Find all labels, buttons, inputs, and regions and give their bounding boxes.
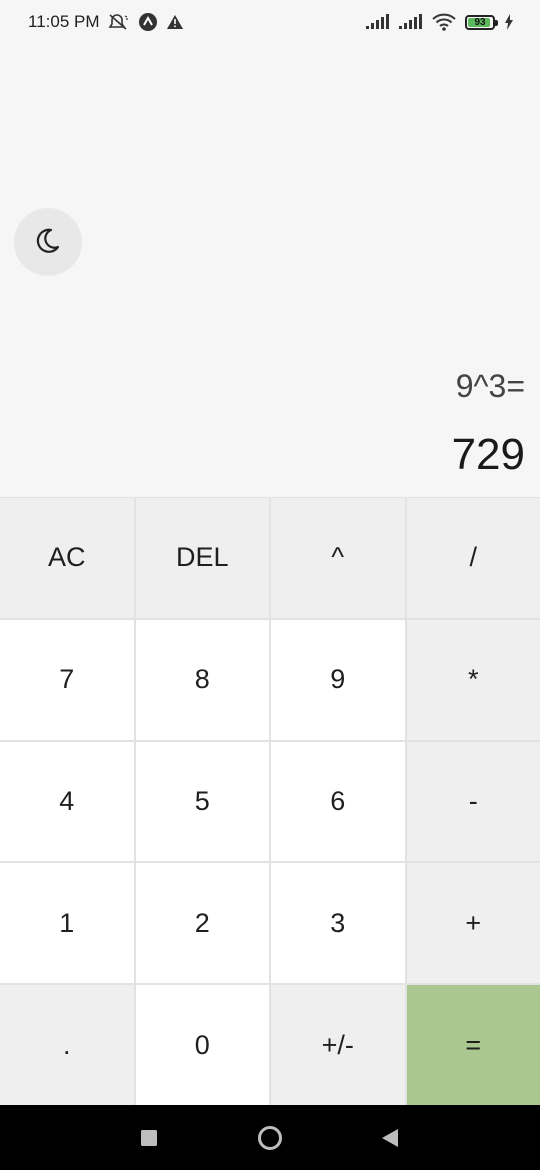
add-button[interactable]: + (406, 863, 540, 984)
warning-icon (166, 14, 184, 30)
theme-toggle-button[interactable] (14, 208, 82, 276)
mute-icon (108, 13, 130, 31)
digit-7-button[interactable]: 7 (0, 619, 134, 740)
digit-8-button[interactable]: 8 (135, 619, 269, 740)
recent-apps-icon[interactable] (140, 1129, 158, 1147)
keypad: AC DEL ^ / 7 8 9 * 4 5 6 - 1 2 3 + . 0 +… (0, 497, 540, 1105)
negate-button[interactable]: +/- (271, 985, 405, 1105)
multiply-button[interactable]: * (406, 619, 540, 740)
battery-level: 93 (474, 16, 486, 28)
home-icon[interactable] (257, 1125, 283, 1151)
digit-9-button[interactable]: 9 (271, 619, 405, 740)
signal-icon (366, 14, 390, 30)
digit-2-button[interactable]: 2 (135, 863, 269, 984)
status-right: 93 (366, 13, 514, 31)
signal-icon (399, 14, 423, 30)
digit-0-button[interactable]: 0 (135, 985, 269, 1105)
divide-button[interactable]: / (406, 498, 540, 618)
expression-display: 9^3= (455, 368, 525, 404)
result-display: 729 (451, 430, 525, 479)
digit-1-button[interactable]: 1 (0, 863, 134, 984)
wifi-icon (432, 13, 456, 31)
power-button[interactable]: ^ (271, 498, 405, 618)
digit-3-button[interactable]: 3 (271, 863, 405, 984)
charging-icon (504, 14, 514, 30)
navigation-bar (0, 1105, 540, 1170)
status-time: 11:05 PM (28, 12, 100, 31)
clear-button[interactable]: AC (0, 498, 134, 618)
app-notification-icon (138, 12, 158, 32)
digit-6-button[interactable]: 6 (271, 741, 405, 862)
status-left: 11:05 PM (28, 12, 184, 32)
equals-button[interactable]: = (406, 985, 540, 1105)
digit-4-button[interactable]: 4 (0, 741, 134, 862)
delete-button[interactable]: DEL (135, 498, 269, 618)
digit-5-button[interactable]: 5 (135, 741, 269, 862)
decimal-button[interactable]: . (0, 985, 134, 1105)
battery-icon: 93 (465, 14, 498, 30)
moon-icon (33, 225, 63, 260)
status-bar: 11:05 PM 93 (0, 0, 540, 46)
subtract-button[interactable]: - (406, 741, 540, 862)
back-icon[interactable] (381, 1128, 399, 1148)
